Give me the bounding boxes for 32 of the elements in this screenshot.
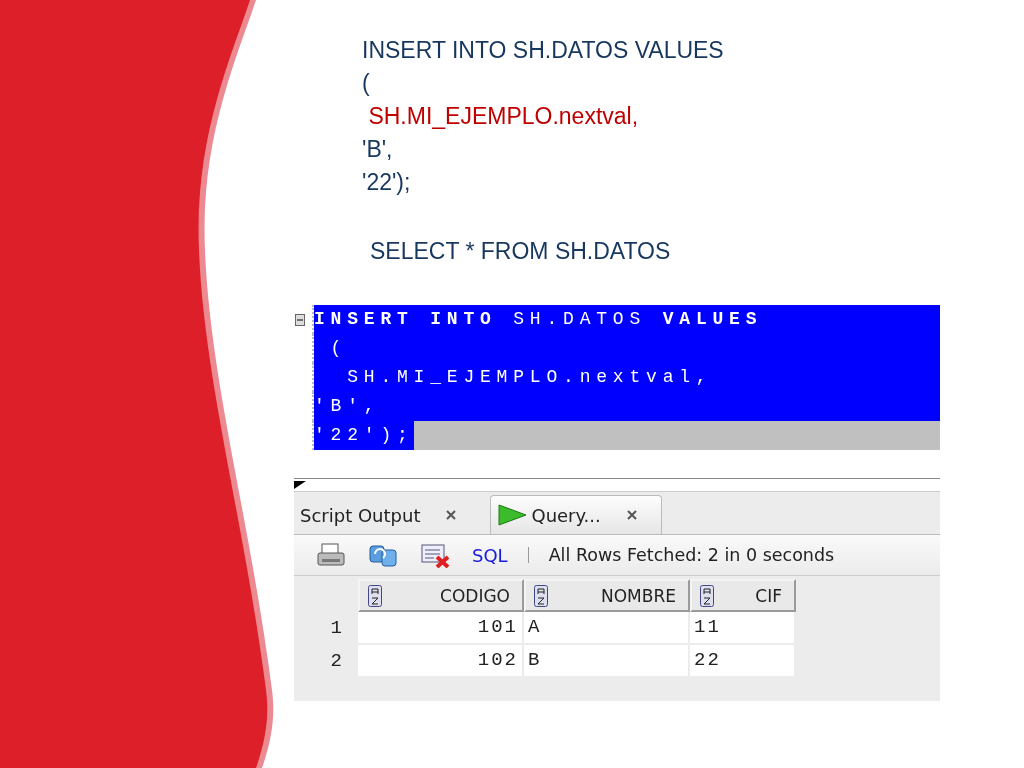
sort-icon[interactable] <box>700 584 714 607</box>
close-icon[interactable] <box>626 510 637 520</box>
code-line: 'B', <box>362 135 393 164</box>
code-line: ( <box>362 69 370 98</box>
tab[interactable]: Script Output <box>294 496 477 534</box>
tab[interactable]: Query... <box>490 495 662 534</box>
table-cell: 102 <box>358 645 524 678</box>
sort-icon[interactable] <box>368 584 382 607</box>
row-number: 1 <box>329 616 345 641</box>
play-icon <box>497 504 528 526</box>
close-icon[interactable] <box>446 510 457 520</box>
table-cell: A <box>524 612 690 645</box>
table-cell: 11 <box>690 612 796 645</box>
code-line: INSERT INTO SH.DATOS VALUES <box>362 36 724 65</box>
row-number: 2 <box>329 649 345 674</box>
column-header[interactable]: CIF <box>690 579 796 612</box>
table-cell: 101 <box>358 612 524 645</box>
sql-link[interactable]: SQL <box>472 544 508 566</box>
status-text: All Rows Fetched: 2 in 0 seconds <box>548 545 835 565</box>
delete-icon[interactable] <box>420 542 450 568</box>
code-line: '22'); <box>362 168 411 197</box>
refresh-icon[interactable] <box>368 542 398 568</box>
query-text: SELECT * FROM SH.DATOS <box>370 237 671 266</box>
table-cell: B <box>524 645 690 678</box>
column-header[interactable]: CODIGO <box>358 579 524 612</box>
printer-icon[interactable] <box>316 542 346 568</box>
fold-icon[interactable] <box>295 313 305 326</box>
sort-icon[interactable] <box>534 584 548 607</box>
code-line: SH.MI_EJEMPLO.nextval, <box>367 102 639 131</box>
table-cell: 22 <box>690 645 796 678</box>
collapse-arrow-icon[interactable] <box>294 481 306 489</box>
column-header[interactable]: NOMBRE <box>524 579 690 612</box>
